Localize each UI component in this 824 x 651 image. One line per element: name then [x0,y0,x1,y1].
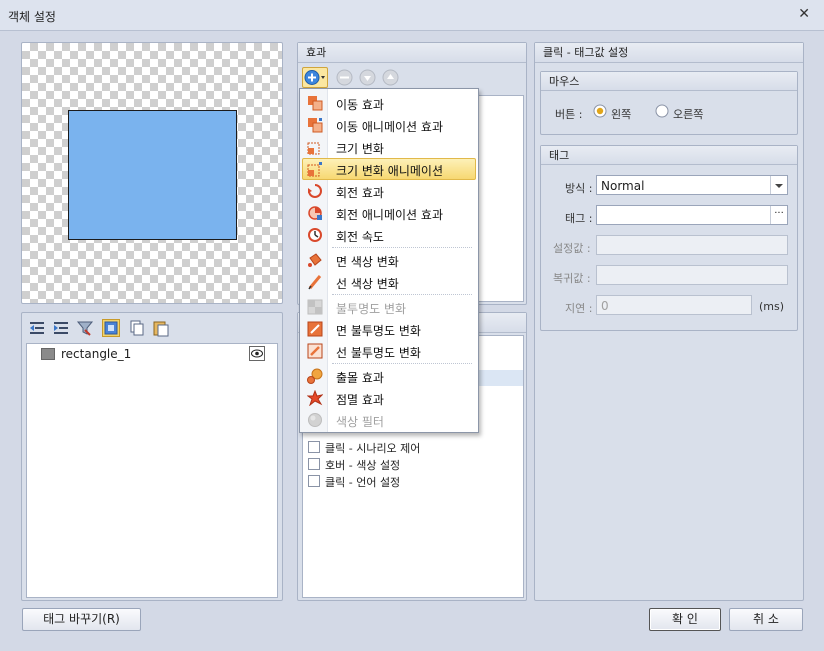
swap-tag-button[interactable]: 태그 바꾸기(R) [22,608,141,631]
menu-separator [332,294,472,295]
layers-toolbar [28,319,278,341]
tag-group: 태그 방식 : Normal 태그 : ··· 설정값 : 복귀값 : 지연 :… [540,145,798,331]
button-label: 버튼 : [555,108,583,121]
paste-icon[interactable] [152,319,170,337]
shape-icon [41,348,55,360]
rotate-speed-icon [307,227,323,243]
menu-item-fill-opacity[interactable]: 면 불투명도 변화 [302,318,476,340]
menu-separator [332,363,472,364]
menu-item-line-opacity[interactable]: 선 불투명도 변화 [302,340,476,362]
effects-header: 효과 [298,43,526,63]
appear-icon [307,368,323,384]
delay-label: 지연 : [565,302,593,315]
copy-icon[interactable] [128,319,146,337]
line-color-icon [307,274,323,290]
menu-item-opacity[interactable]: 불투명도 변화 [302,296,476,318]
filter-icon[interactable] [76,319,94,337]
tag-group-title: 태그 [541,146,797,165]
list-item[interactable]: rectangle_1 [27,344,277,364]
menu-item-color-filter[interactable]: 색상 필터 [302,409,476,431]
mouse-group: 마우스 버튼 : 왼쪽 오른쪽 [540,71,798,135]
rotate-effect-icon [307,183,323,199]
layers-list: rectangle_1 [26,343,278,598]
trigger-checkbox[interactable] [308,441,320,453]
add-effect-dropdown[interactable] [302,67,328,88]
radio-right[interactable] [655,104,669,121]
layer-name: rectangle_1 [61,347,132,361]
set-value-label: 설정값 : [553,242,591,255]
list-item[interactable]: 클릭 - 시나리오 제어 [303,438,523,456]
mouse-group-title: 마우스 [541,72,797,91]
preview-canvas[interactable] [21,42,283,304]
move-animation-icon [307,117,323,133]
trigger-label: 호버 - 색상 설정 [325,459,401,472]
fill-color-icon [307,252,323,268]
move-down-icon[interactable] [359,69,376,89]
trigger-checkbox[interactable] [308,475,320,487]
menu-item-move-animation[interactable]: 이동 애니메이션 효과 [302,114,476,136]
restore-value-input[interactable] [596,265,788,285]
settings-panel: 클릭 - 태그값 설정 마우스 버튼 : 왼쪽 오른쪽 태그 방식 : Norm… [534,42,804,601]
ok-button[interactable]: 확 인 [649,608,721,631]
menu-item-rotate-animation[interactable]: 회전 애니메이션 효과 [302,202,476,224]
size-animation-icon [307,161,323,177]
size-change-icon [307,139,323,155]
menu-item-line-color[interactable]: 선 색상 변화 [302,271,476,293]
fill-opacity-icon [307,321,323,337]
method-select[interactable]: Normal [596,175,788,195]
menu-item-rotate-speed[interactable]: 회전 속도 [302,224,476,246]
tag-label: 태그 : [565,212,593,225]
close-icon[interactable]: ✕ [798,6,810,22]
settings-header: 클릭 - 태그값 설정 [535,43,803,63]
menu-item-move-effect[interactable]: 이동 효과 [302,92,476,114]
indent-right-icon[interactable] [52,319,70,337]
delay-unit: (ms) [759,300,785,313]
list-item[interactable]: 클릭 - 언어 설정 [303,472,523,490]
delay-input[interactable]: 0 [596,295,752,315]
menu-item-blink[interactable]: 점멸 효과 [302,387,476,409]
title-bar: 객체 설정 ✕ [0,0,824,30]
set-value-input[interactable] [596,235,788,255]
menu-item-rotate-effect[interactable]: 회전 효과 [302,180,476,202]
opacity-icon [307,299,323,315]
chevron-down-icon[interactable] [770,176,787,194]
delay-placeholder: 0 [601,299,609,313]
trigger-label: 클릭 - 언어 설정 [325,476,401,489]
radio-right-label: 오른쪽 [673,108,704,121]
trigger-checkbox[interactable] [308,458,320,470]
move-up-icon[interactable] [382,69,399,89]
remove-icon[interactable] [336,69,353,89]
blink-icon [306,389,324,407]
radio-left-label: 왼쪽 [611,108,632,121]
method-label: 방식 : [565,182,593,195]
select-all-icon[interactable] [102,319,120,337]
menu-item-size-animation[interactable]: 크기 변화 애니메이션 [302,158,476,180]
preview-rectangle[interactable] [68,110,237,240]
trigger-label: 클릭 - 시나리오 제어 [325,442,421,455]
menu-item-fill-color[interactable]: 면 색상 변화 [302,249,476,271]
restore-value-label: 복귀값 : [553,272,591,285]
eye-icon[interactable] [249,346,265,361]
list-item[interactable]: 호버 - 색상 설정 [303,455,523,473]
rotate-animation-icon [307,205,323,221]
layers-panel: rectangle_1 [21,312,283,601]
menu-item-appear[interactable]: 출몰 효과 [302,365,476,387]
add-effect-menu: 이동 효과 이동 애니메이션 효과 크기 변화 크기 변화 애니메이션 회전 효… [299,88,479,433]
browse-button[interactable]: ··· [770,206,787,224]
menu-item-size-change[interactable]: 크기 변화 [302,136,476,158]
cancel-button[interactable]: 취 소 [729,608,803,631]
window-title: 객체 설정 [8,10,56,24]
radio-left[interactable] [593,104,607,121]
line-opacity-icon [307,343,323,359]
tag-input[interactable]: ··· [596,205,788,225]
color-filter-icon [307,412,323,428]
move-effect-icon [307,95,323,111]
method-value: Normal [601,179,645,193]
indent-left-icon[interactable] [28,319,46,337]
menu-separator [332,247,472,248]
effects-toolbar [302,67,522,89]
